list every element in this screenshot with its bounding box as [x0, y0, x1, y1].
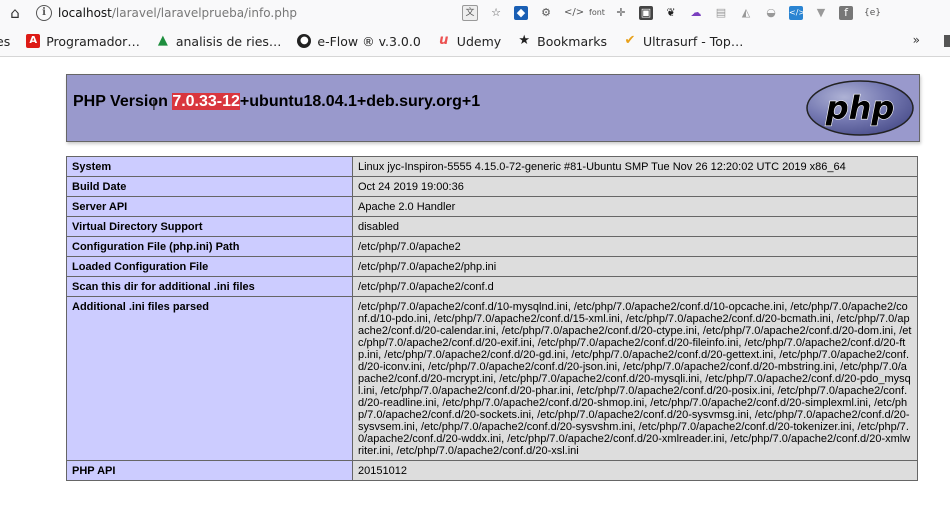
extension-icon[interactable]: {e}: [864, 6, 881, 20]
row-label: Server API: [66, 196, 353, 217]
table-row: Virtual Directory Support disabled: [66, 216, 918, 237]
toolbar-icons: 文 ☆ ◆ ⚙ </> font ✛ ▣ ❦ ☁ ▤ ◭ ◒ </> ▼ f {…: [462, 0, 889, 26]
table-row: Build Date Oct 24 2019 19:00:36: [66, 176, 918, 197]
angular-icon: A: [26, 34, 41, 48]
php-info-table: System Linux jyc-Inspiron-5555 4.15.0-72-…: [66, 156, 918, 481]
bookmark-label: analisis de ries…: [175, 33, 282, 49]
translate-icon[interactable]: 文: [462, 5, 478, 21]
cloud-icon[interactable]: ☁: [689, 6, 703, 20]
text-cursor-icon: I: [152, 99, 156, 114]
row-value: 20151012: [352, 460, 918, 481]
extension-icon[interactable]: ▤: [714, 6, 728, 20]
bookmark-label: e-Flow ® v.3.0.0: [317, 33, 421, 49]
row-label: Additional .ini files parsed: [66, 296, 353, 461]
table-row: Server API Apache 2.0 Handler: [66, 196, 918, 217]
extension-icon[interactable]: ◭: [739, 6, 753, 20]
extension-icon[interactable]: ◒: [764, 6, 778, 20]
row-value: Linux jyc-Inspiron-5555 4.15.0-72-generi…: [352, 156, 918, 177]
row-label: Loaded Configuration File: [66, 256, 353, 277]
row-label: System: [66, 156, 353, 177]
site-info-icon[interactable]: i: [36, 5, 52, 21]
github-icon: ●: [297, 34, 312, 48]
row-value: disabled: [352, 216, 918, 237]
php-version-header: PHP Version 7.0.33-12+ubuntu18.04.1+deb.…: [66, 74, 920, 142]
extension-icon[interactable]: ▣: [639, 6, 653, 20]
drive-icon: ▲: [157, 33, 168, 48]
row-value: /etc/php/7.0/apache2/conf.d: [352, 276, 918, 297]
table-row: PHP API 20151012: [66, 460, 918, 481]
bookmark-label: Ultrasurf - Top…: [643, 33, 744, 49]
vue-icon[interactable]: ▼: [814, 6, 828, 20]
address-input[interactable]: localhost/laravel/laravelprueba/info.php: [58, 6, 297, 20]
row-label: Scan this dir for additional .ini files: [66, 276, 353, 297]
row-value: Apache 2.0 Handler: [352, 196, 918, 217]
udemy-icon: u: [439, 33, 449, 48]
url-host: localhost: [58, 6, 112, 20]
row-label: Configuration File (php.ini) Path: [66, 236, 353, 257]
bookmark-analisis[interactable]: ▲ analisis de ries…: [156, 34, 282, 49]
bookmarks-bar: es A Programador… ▲ analisis de ries… ● e-F…: [0, 26, 950, 57]
bookmark-label: Bookmarks: [537, 33, 607, 49]
table-row: Loaded Configuration File/etc/php/7.0/ap…: [66, 256, 918, 277]
version-suffix: +ubuntu18.04.1+deb.sury.org+1: [239, 93, 481, 110]
star-icon: ★: [518, 33, 530, 48]
font-icon[interactable]: font: [589, 6, 605, 20]
bookmark-label: Programador…: [46, 33, 140, 49]
url-path: /laravel/laravelprueba/info.php: [111, 6, 298, 20]
move-icon[interactable]: ✛: [614, 6, 628, 20]
bookmark-bookmarks[interactable]: ★ Bookmarks: [517, 34, 607, 49]
row-value: /etc/php/7.0/apache2: [352, 236, 918, 257]
code-icon[interactable]: </>: [564, 6, 584, 20]
row-value: /etc/php/7.0/apache2/conf.d/10-mysqlnd.i…: [352, 296, 918, 461]
php-logo[interactable]: php: [806, 80, 914, 136]
php-logo-text: php: [825, 89, 895, 127]
bookmarks-overflow-button[interactable]: »: [913, 33, 920, 47]
ultrasurf-icon: ✔: [624, 33, 636, 48]
extension-icon[interactable]: ◆: [514, 6, 528, 20]
row-value: Oct 24 2019 19:00:36: [352, 176, 918, 197]
row-label: Virtual Directory Support: [66, 216, 353, 237]
table-row: Configuration File (php.ini) Path/etc/ph…: [66, 236, 918, 257]
version-prefix: PHP Version: [73, 93, 173, 110]
row-label: Build Date: [66, 176, 353, 197]
selected-version-number: 7.0.33-12: [172, 93, 240, 110]
bookmark-truncated[interactable]: es: [0, 34, 10, 49]
page-title: PHP Version 7.0.33-12+ubuntu18.04.1+deb.…: [73, 93, 480, 111]
bookmark-eflow[interactable]: ● e-Flow ® v.3.0.0: [297, 33, 421, 49]
other-bookmarks-icon[interactable]: [944, 35, 950, 47]
home-icon[interactable]: ⌂: [6, 4, 24, 22]
bookmark-star-icon[interactable]: ☆: [489, 6, 503, 20]
row-label: PHP API: [66, 460, 353, 481]
bookmark-udemy[interactable]: u Udemy: [437, 34, 501, 49]
extension-icon[interactable]: ❦: [664, 6, 678, 20]
bookmark-ultrasurf[interactable]: ✔ Ultrasurf - Top…: [623, 33, 744, 49]
devtools-icon[interactable]: </>: [789, 6, 805, 20]
bookmark-label: Udemy: [456, 33, 502, 49]
table-row: System Linux jyc-Inspiron-5555 4.15.0-72-…: [66, 156, 918, 177]
table-row: Additional .ini files parsed/etc/php/7.0…: [66, 296, 918, 461]
facebook-icon[interactable]: f: [839, 6, 853, 20]
bookmark-programador[interactable]: A Programador…: [26, 34, 140, 49]
row-value: /etc/php/7.0/apache2/php.ini: [352, 256, 918, 277]
url-bar: ⌂ i localhost/laravel/laravelprueba/info…: [0, 0, 950, 26]
table-row: Scan this dir for additional .ini files /…: [66, 276, 918, 297]
bookmark-label: es: [0, 33, 11, 49]
extension-icon[interactable]: ⚙: [539, 6, 553, 20]
